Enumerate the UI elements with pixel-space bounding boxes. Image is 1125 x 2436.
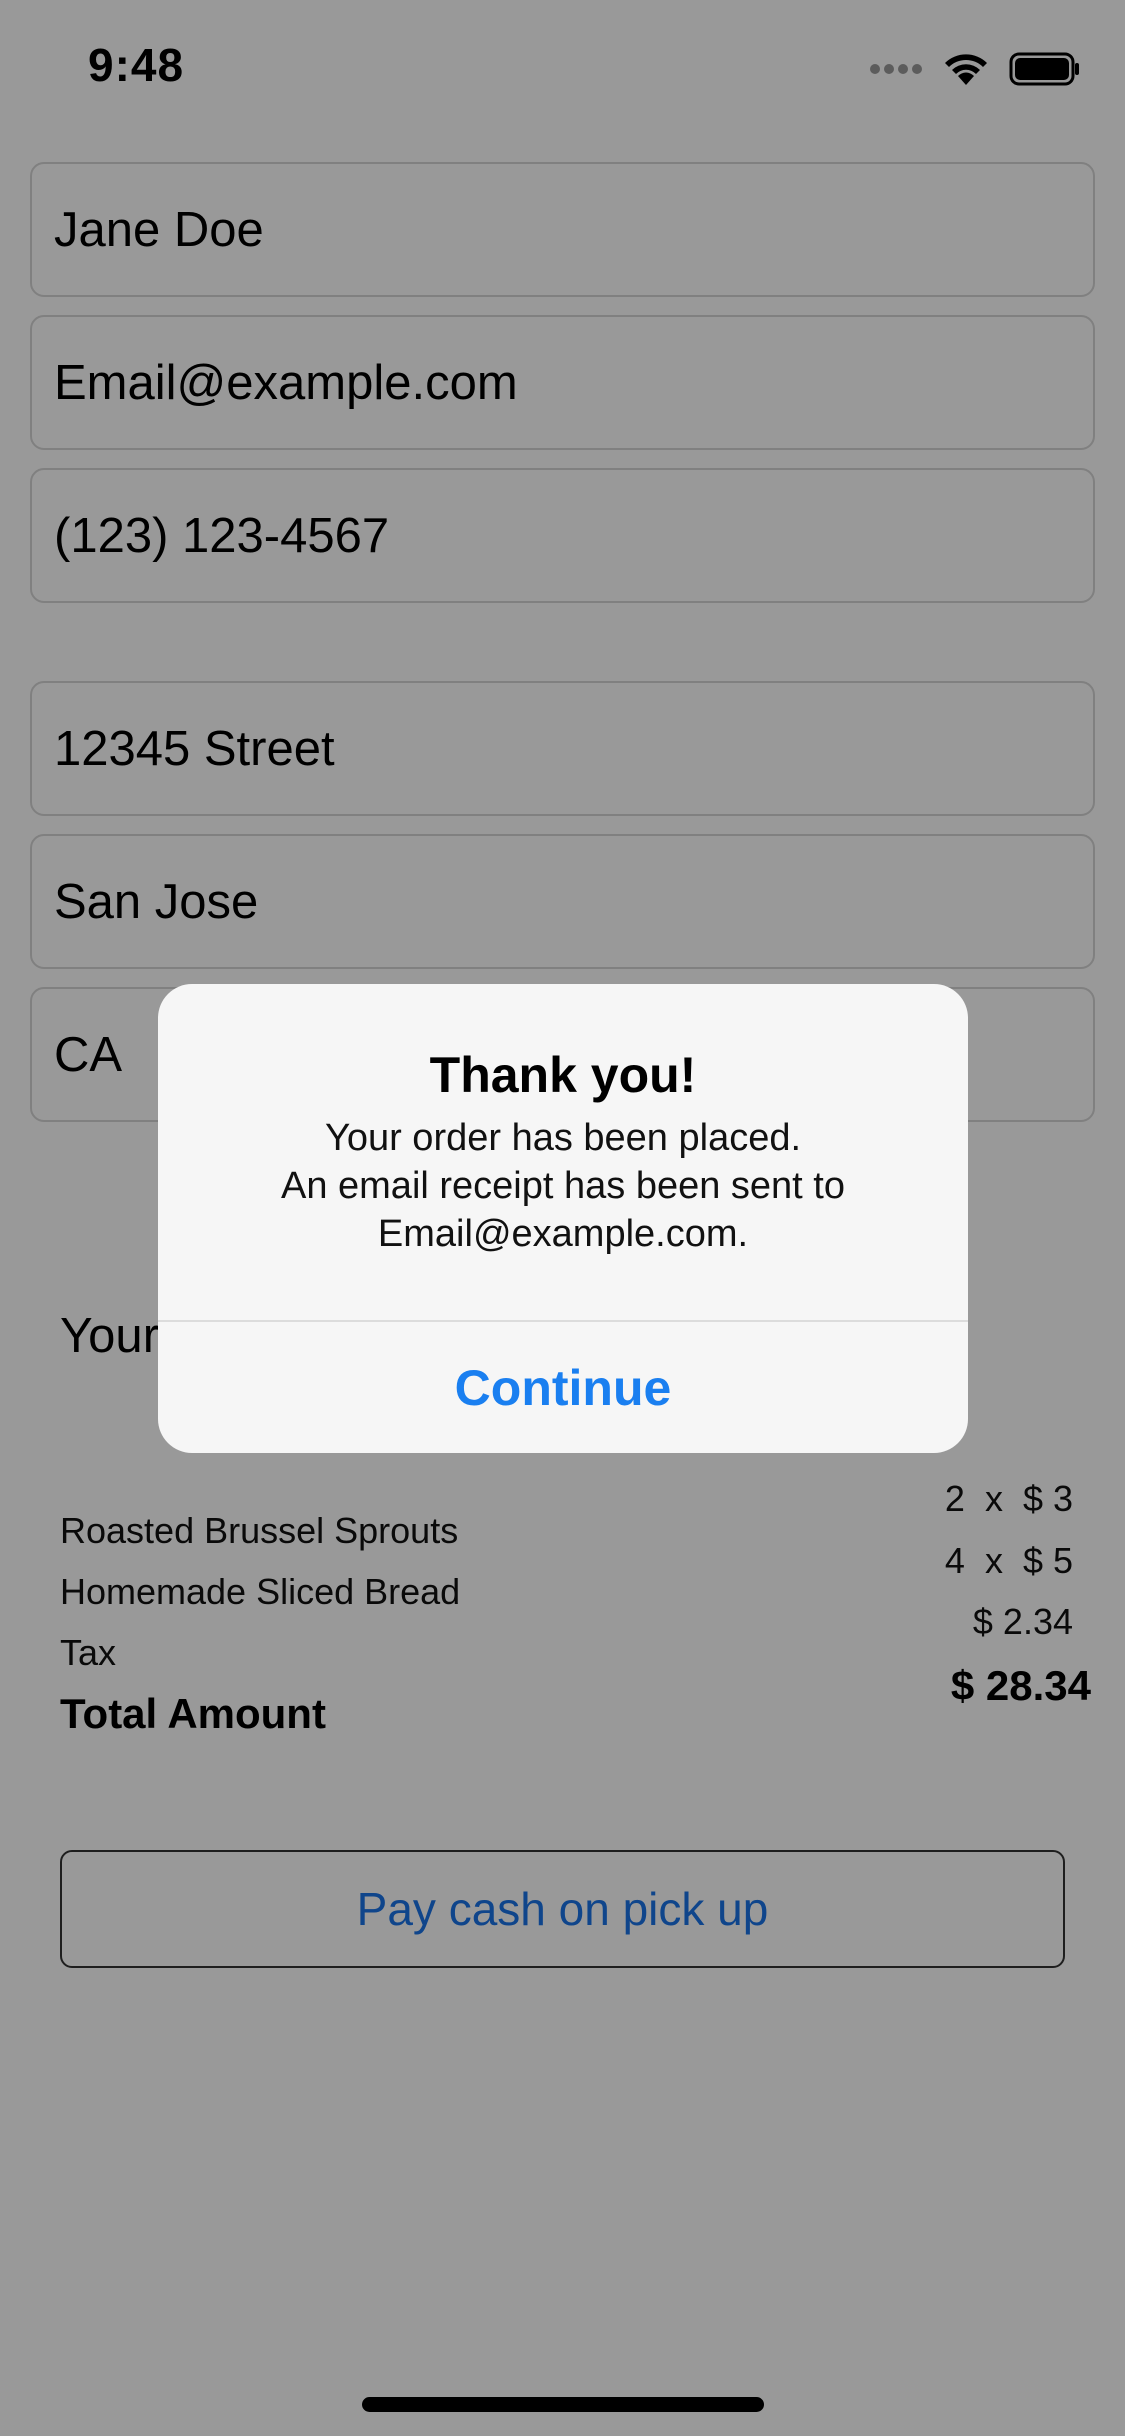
thank-you-alert: Thank you! Your order has been placed. A… (158, 984, 968, 1453)
alert-title: Thank you! (429, 1047, 697, 1103)
home-indicator[interactable] (362, 2397, 764, 2412)
alert-message-line-3: Email@example.com. (377, 1213, 749, 1255)
continue-button[interactable]: Continue (158, 1322, 968, 1453)
alert-message-line-2: An email receipt has been sent to (280, 1165, 845, 1207)
alert-message: Your order has been placed. An email rec… (158, 1114, 968, 1258)
alert-message-line-1: Your order has been placed. (324, 1117, 802, 1159)
order-confirmation-screen: 9:48 Jane Doe Email@example.com (123) 12… (0, 0, 1125, 2436)
